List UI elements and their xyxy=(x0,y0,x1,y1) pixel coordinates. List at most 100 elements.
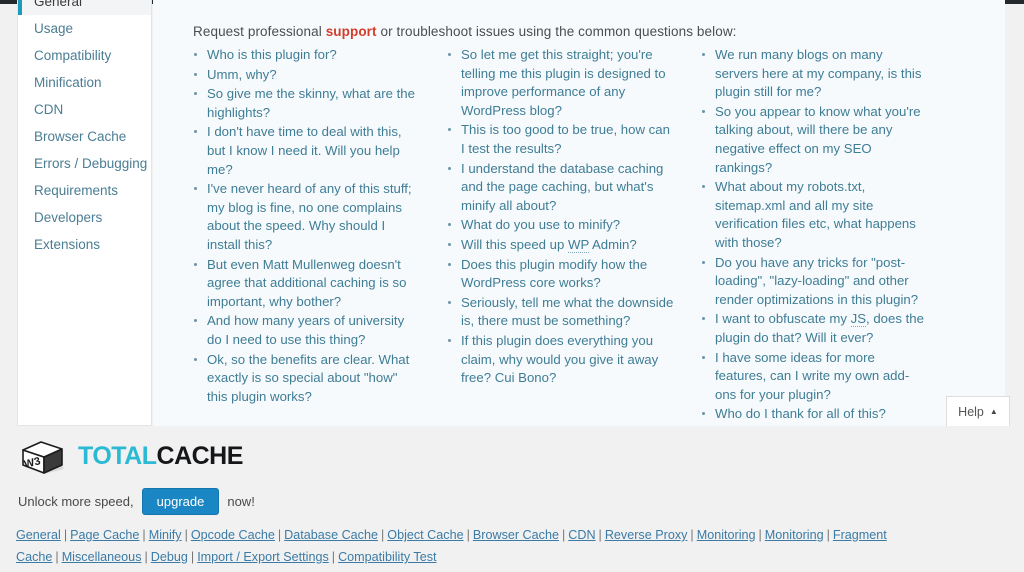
page-footer: W3 TOTALCACHE Unlock more speed, upgrade… xyxy=(0,426,1024,572)
faq-question-link[interactable]: I understand the database caching and th… xyxy=(448,160,689,216)
w3-cube-icon: W3 xyxy=(22,441,64,474)
logo-word-total: TOTAL xyxy=(78,441,157,470)
footer-link-separator: | xyxy=(184,528,188,542)
faq-column-1: Who is this plugin for? Umm, why? So give … xyxy=(181,46,435,425)
settings-page: General Usage Compatibility Minification CDN… xyxy=(0,0,1024,426)
sidebar-item-label: Usage xyxy=(34,21,74,36)
footer-link-separator: | xyxy=(144,550,148,564)
sidebar-item-label: Errors / Debugging xyxy=(34,156,148,171)
faq-question-link[interactable]: Umm, why? xyxy=(194,66,435,85)
upgrade-button[interactable]: upgrade xyxy=(141,488,220,515)
footer-link-monitoring[interactable]: Monitoring xyxy=(765,528,824,542)
abbreviation-wp: WP xyxy=(568,236,590,253)
sidebar-item-label: Developers xyxy=(34,210,103,225)
logo-word-cache: CACHE xyxy=(156,441,244,470)
sidebar-item-general[interactable]: General xyxy=(18,0,151,15)
support-link[interactable]: support xyxy=(326,24,377,39)
faq-question-link[interactable]: Who do I thank for all of this? xyxy=(702,405,943,424)
faq-question-link[interactable]: Do you have any tricks for "post-loading… xyxy=(702,254,943,310)
faq-question-link[interactable]: What do you use to minify? xyxy=(448,216,689,235)
upgrade-promo-row: Unlock more speed, upgrade now! xyxy=(18,488,255,515)
footer-link-separator: | xyxy=(190,550,195,564)
sidebar-item-label: Compatibility xyxy=(34,48,112,63)
footer-link-separator: | xyxy=(758,528,762,542)
faq-question-link[interactable]: If this plugin does everything you claim… xyxy=(448,332,689,388)
faq-question-link[interactable]: But even Matt Mullenweg doesn't agree th… xyxy=(194,256,435,312)
sidebar-nav-list: General Usage Compatibility Minification CDN… xyxy=(18,0,151,258)
faq-list-2: So let me get this straight; you're tell… xyxy=(435,46,689,388)
footer-link-page-cache[interactable]: Page Cache xyxy=(70,528,139,542)
faq-list-3: We run many blogs on many servers here a… xyxy=(689,46,943,424)
footer-link-separator: | xyxy=(690,528,694,542)
footer-link-miscellaneous[interactable]: Miscellaneous xyxy=(62,550,142,564)
faq-question-link[interactable]: So you appear to know what you're talkin… xyxy=(702,103,943,177)
faq-question-link[interactable]: Seriously, tell me what the downside is,… xyxy=(448,294,689,331)
faq-question-link[interactable]: What about my robots.txt, sitemap.xml an… xyxy=(702,178,943,252)
faq-question-link[interactable]: So give me the skinny, what are the high… xyxy=(194,85,435,122)
footer-link-separator: | xyxy=(826,528,830,542)
faq-question-link[interactable]: And how many years of university do I ne… xyxy=(194,312,435,349)
footer-link-reverse-proxy[interactable]: Reverse Proxy xyxy=(605,528,688,542)
faq-content-panel: Request professional support or troubles… xyxy=(153,0,1005,426)
footer-link-debug[interactable]: Debug xyxy=(151,550,188,564)
faq-column-3: We run many blogs on many servers here a… xyxy=(689,46,943,425)
footer-link-object-cache[interactable]: Object Cache xyxy=(387,528,463,542)
footer-link-minify[interactable]: Minify xyxy=(149,528,182,542)
sidebar-item-label: Extensions xyxy=(34,237,101,252)
footer-links: General | Page Cache | Minify | Opcode Cache | D… xyxy=(16,524,1011,568)
upgrade-prefix-text: Unlock more speed, xyxy=(18,494,134,509)
footer-link-general[interactable]: General xyxy=(16,528,61,542)
faq-question-link[interactable]: So let me get this straight; you're tell… xyxy=(448,46,689,120)
footer-link-cdn[interactable]: CDN xyxy=(568,528,595,542)
footer-link-separator: | xyxy=(142,528,146,542)
footer-link-separator: | xyxy=(331,550,336,564)
sidebar-item-extensions[interactable]: Extensions xyxy=(18,231,151,258)
footer-link-separator: | xyxy=(466,528,470,542)
faq-question-link[interactable]: Will this speed up WP Admin? xyxy=(448,236,689,255)
sidebar-item-compatibility[interactable]: Compatibility xyxy=(18,42,151,69)
faq-question-link[interactable]: Who is this plugin for? xyxy=(194,46,435,65)
faq-question-link[interactable]: I have some ideas for more features, can… xyxy=(702,349,943,405)
footer-link-separator: | xyxy=(55,550,59,564)
footer-link-import-export-settings[interactable]: Import / Export Settings xyxy=(197,550,329,564)
faq-list-1: Who is this plugin for? Umm, why? So give … xyxy=(181,46,435,406)
footer-link-browser-cache[interactable]: Browser Cache xyxy=(473,528,559,542)
faq-question-link[interactable]: I don't have time to deal with this, but… xyxy=(194,123,435,179)
intro-text: Request professional support or troubles… xyxy=(193,24,737,39)
footer-link-database-cache[interactable]: Database Cache xyxy=(284,528,378,542)
sidebar-item-browser-cache[interactable]: Browser Cache xyxy=(18,123,151,150)
faq-question-link[interactable]: I've never heard of any of this stuff; m… xyxy=(194,180,435,254)
help-button[interactable]: Help ▲ xyxy=(946,396,1010,426)
logo-wordmark: TOTALCACHE xyxy=(78,442,243,471)
sidebar-item-cdn[interactable]: CDN xyxy=(18,96,151,123)
footer-link-opcode-cache[interactable]: Opcode Cache xyxy=(191,528,275,542)
sidebar-item-requirements[interactable]: Requirements xyxy=(18,177,151,204)
footer-link-monitoring[interactable]: Monitoring xyxy=(697,528,756,542)
help-button-label: Help xyxy=(958,404,984,419)
footer-link-separator: | xyxy=(63,528,68,542)
faq-question-link[interactable]: I want to obfuscate my JS, does the plug… xyxy=(702,310,943,347)
sidebar-item-errors-debugging[interactable]: Errors / Debugging xyxy=(18,150,151,177)
settings-sidebar: General Usage Compatibility Minification CDN… xyxy=(17,0,152,426)
sidebar-item-label: Minification xyxy=(34,75,102,90)
sidebar-item-label: Requirements xyxy=(34,183,119,198)
faq-columns: Who is this plugin for? Umm, why? So give … xyxy=(181,46,981,425)
sidebar-item-developers[interactable]: Developers xyxy=(18,204,151,231)
footer-link-separator: | xyxy=(381,528,385,542)
intro-text-after: or troubleshoot issues using the common … xyxy=(376,24,737,39)
footer-link-separator: | xyxy=(598,528,602,542)
sidebar-item-usage[interactable]: Usage xyxy=(18,15,151,42)
faq-question-link[interactable]: This is too good to be true, how can I t… xyxy=(448,121,689,158)
sidebar-item-minification[interactable]: Minification xyxy=(18,69,151,96)
sidebar-item-label: CDN xyxy=(34,102,64,117)
faq-question-link[interactable]: Does this plugin modify how the WordPres… xyxy=(448,256,689,293)
upgrade-suffix-text: now! xyxy=(227,494,255,509)
abbreviation-js: JS xyxy=(850,311,866,328)
sidebar-item-label: Browser Cache xyxy=(34,129,127,144)
footer-link-compatibility-test[interactable]: Compatibility Test xyxy=(338,550,436,564)
w3-total-cache-logo: W3 TOTALCACHE xyxy=(18,432,243,480)
caret-up-icon: ▲ xyxy=(989,406,998,416)
intro-text-before: Request professional xyxy=(193,24,326,39)
faq-question-link[interactable]: We run many blogs on many servers here a… xyxy=(702,46,943,102)
faq-question-link[interactable]: Ok, so the benefits are clear. What exac… xyxy=(194,351,435,407)
